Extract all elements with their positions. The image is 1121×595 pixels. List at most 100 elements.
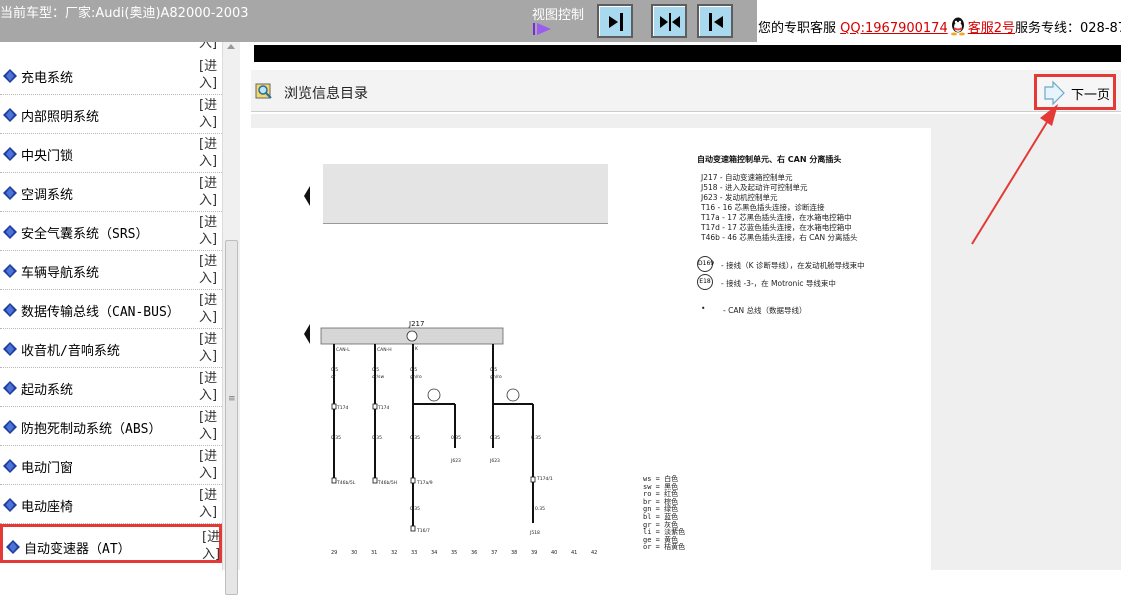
sidebar-item[interactable]: 数据传输总线（CAN-BUS） [进入] <box>0 290 222 329</box>
sidebar-item-label[interactable]: 收音机/音响系统 <box>21 340 120 359</box>
customer-support: 您的专职客服 QQ:1967900174 客服2号服务专线：028-8703 <box>758 16 1121 36</box>
enter-link[interactable]: [进入] <box>199 214 219 248</box>
diamond-icon <box>3 108 17 122</box>
enter-link[interactable]: [进入] <box>199 136 219 170</box>
svg-text:0.5: 0.5 <box>490 367 497 373</box>
enter-link[interactable]: [进入] <box>199 370 219 404</box>
svg-text:or: or <box>331 374 336 380</box>
sidebar-item[interactable]: 起动系统 [进入] <box>0 368 222 407</box>
sidebar-item[interactable]: 防抱死制动系统（ABS） [进入] <box>0 407 222 446</box>
sidebar-item[interactable]: 安全气囊系统（SRS） [进入] <box>0 212 222 251</box>
svg-text:gn/ro: gn/ro <box>490 374 502 380</box>
browse-title: 浏览信息目录 <box>284 86 368 102</box>
sidebar-scrollbar[interactable]: ≡ <box>222 42 240 595</box>
svg-text:T17a/9: T17a/9 <box>416 480 433 486</box>
enter-link[interactable]: [进入] <box>199 487 219 521</box>
enter-link[interactable]: [进入] <box>199 409 219 443</box>
scroll-thumb[interactable] <box>225 240 238 595</box>
scroll-up-icon[interactable] <box>227 44 235 49</box>
svg-text:T17d: T17d <box>336 405 348 411</box>
wire-number: 35 <box>451 550 457 556</box>
sidebar-item-label[interactable]: 起动系统 <box>21 379 73 398</box>
diamond-icon <box>6 540 20 554</box>
svg-text:CAN-L: CAN-L <box>336 347 350 353</box>
wire-number: 40 <box>551 550 557 556</box>
svg-text:0.5: 0.5 <box>410 367 417 373</box>
wire-number: 36 <box>471 550 477 556</box>
diamond-icon <box>3 342 17 356</box>
sidebar-item-label[interactable]: 安全气囊系统（SRS） <box>21 223 148 242</box>
sidebar-item[interactable]: 空调系统 [进入] <box>0 173 222 212</box>
view-control-arrow-icon <box>533 23 551 35</box>
svg-text:gn/ro: gn/ro <box>410 374 422 380</box>
svg-text:J623: J623 <box>489 458 500 464</box>
svg-text:T46b/5L: T46b/5L <box>336 480 356 486</box>
diamond-icon <box>3 459 17 473</box>
expand-right-button[interactable] <box>597 4 633 38</box>
sidebar-item[interactable]: 收音机/音响系统 [进入] <box>0 329 222 368</box>
wire-number: 31 <box>371 550 377 556</box>
svg-text:T17d/1: T17d/1 <box>536 476 553 482</box>
enter-link[interactable]: [进入] <box>199 448 219 482</box>
color-key-entry: or = 桔黄色 <box>643 543 686 552</box>
expand-right-icon <box>609 13 623 31</box>
svg-text:CAN-H: CAN-H <box>377 347 392 353</box>
svg-text:K: K <box>415 346 419 352</box>
sidebar-item[interactable]: 自动变速器（AT） [进入] <box>0 524 222 563</box>
diamond-icon <box>3 186 17 200</box>
wiring-diagram: J217 CAN-L CAN-H K 0.5 0.5 0.5 0.5 or or/sw gn/… <box>320 320 597 556</box>
sidebar-item-label[interactable]: 防抱死制动系统（ABS） <box>21 418 161 437</box>
wiring-diagram-page: 自动变速箱控制单元、右 CAN 分离插头 J217 - 自动变速箱控制单元 J51… <box>251 128 931 570</box>
diamond-icon <box>3 264 17 278</box>
top-bar: 当前车型：厂家:Audi(奥迪)A82000-2003 视图控制 您的专职客服 … <box>0 0 1121 42</box>
svg-text:0.35: 0.35 <box>490 435 500 441</box>
sidebar-item-label[interactable]: 数据传输总线（CAN-BUS） <box>21 301 180 320</box>
wire-number: 34 <box>431 550 437 556</box>
enter-link[interactable]: [进入] <box>199 175 219 209</box>
sidebar-item-label[interactable]: 电动门窗 <box>21 457 73 476</box>
sidebar-item-label[interactable]: 充电系统 <box>21 67 73 86</box>
content-black-bar <box>254 45 1121 62</box>
enter-link[interactable]: [进入] <box>199 292 219 326</box>
sidebar-item[interactable]: 电动门窗 [进入] <box>0 446 222 485</box>
sidebar-item-label[interactable]: 电动座椅 <box>21 496 73 515</box>
wire-number: 30 <box>351 550 357 556</box>
diamond-icon <box>3 225 17 239</box>
sidebar-item[interactable]: 车辆导航系统 [进入] <box>0 251 222 290</box>
svg-text:T17d: T17d <box>377 405 389 411</box>
svg-text:0.35: 0.35 <box>372 435 382 441</box>
enter-link[interactable]: [进入] <box>199 331 219 365</box>
support-prefix: 您的专职客服 <box>758 21 837 36</box>
wire-number: 41 <box>571 550 577 556</box>
wire-number: 37 <box>491 550 497 556</box>
svg-text:0.35: 0.35 <box>331 435 341 441</box>
sidebar-item[interactable]: 电动座椅 [进入] <box>0 485 222 524</box>
enter-link[interactable]: [进入] <box>199 253 219 287</box>
enter-link[interactable]: [进入] <box>202 529 222 563</box>
split-view-button[interactable] <box>651 4 687 38</box>
sidebar-item-label[interactable]: 内部照明系统 <box>21 106 99 125</box>
enter-link[interactable]: [进入] <box>199 58 219 92</box>
enter-link[interactable]: [进入] <box>199 97 219 131</box>
sidebar-item[interactable]: 中央门锁 [进入] <box>0 134 222 173</box>
sidebar-item-label[interactable]: 中央门锁 <box>21 145 73 164</box>
diamond-icon <box>3 69 17 83</box>
svg-text:T46b/5H: T46b/5H <box>377 480 397 486</box>
diamond-icon <box>3 303 17 317</box>
hotline: 服务专线：028-8703 <box>1015 21 1121 36</box>
wire-number: 32 <box>391 550 397 556</box>
svg-text:0.35: 0.35 <box>535 506 545 512</box>
sidebar-item-label[interactable]: 车辆导航系统 <box>21 262 99 281</box>
sidebar-item-label[interactable]: 空调系统 <box>21 184 73 203</box>
svg-text:J623: J623 <box>450 458 461 464</box>
kf-link[interactable]: 客服2号 <box>968 21 1015 36</box>
qq-link[interactable]: QQ:1967900174 <box>840 21 948 36</box>
qq-penguin-icon[interactable] <box>948 16 968 36</box>
wire-number: 33 <box>411 550 417 556</box>
sidebar-item-label[interactable]: 自动变速器（AT） <box>24 538 131 557</box>
sidebar-item[interactable]: 充电系统 [进入] <box>0 56 222 95</box>
expand-left-button[interactable] <box>697 4 733 38</box>
svg-text:0.5: 0.5 <box>331 367 338 373</box>
sidebar-item[interactable]: 内部照明系统 [进入] <box>0 95 222 134</box>
svg-text:T16/7: T16/7 <box>416 528 430 534</box>
